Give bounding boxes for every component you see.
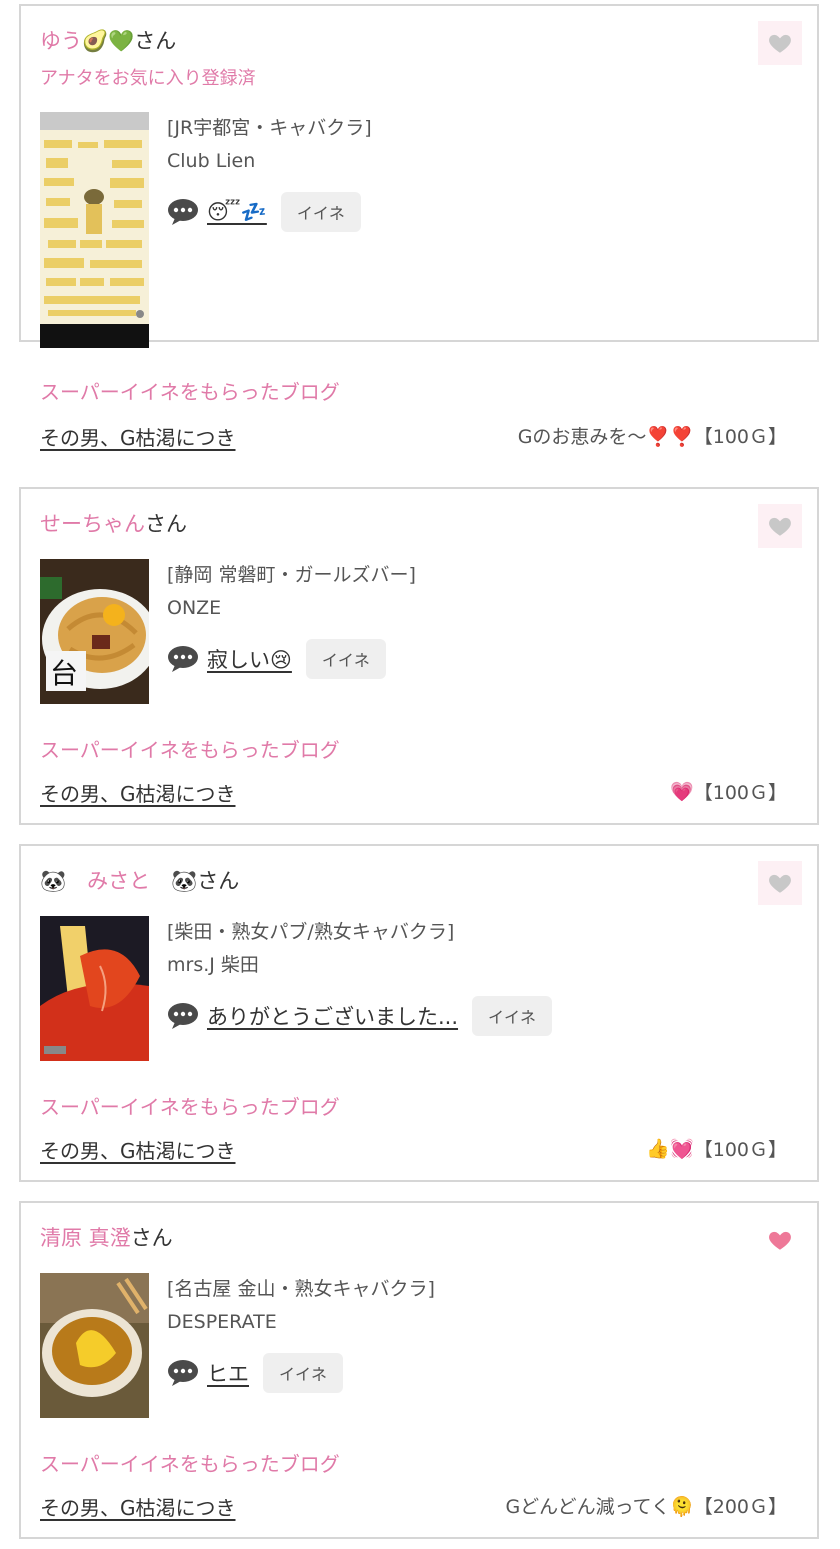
comment-row: 😴💤 イイネ	[167, 192, 361, 232]
super-iine-label: スーパーイイネをもらったブログ	[40, 738, 340, 762]
shop-category: [静岡 常磐町・ガールズバー]	[167, 564, 416, 586]
favorite-heart-button[interactable]	[758, 21, 802, 65]
comment-link[interactable]: 😴💤	[207, 200, 267, 225]
iine-button[interactable]: イイネ	[305, 639, 386, 679]
post-thumbnail[interactable]: 台	[40, 559, 149, 704]
shop-info: [名古屋 金山・熟女キャバクラ] DESPERATE	[167, 1273, 435, 1339]
comment-link[interactable]: 寂しい😢	[207, 644, 292, 674]
heart-icon	[769, 517, 791, 536]
reward: 💗 【100Ｇ】	[670, 778, 787, 805]
user-name-row: 清原 真澄さん	[40, 1221, 173, 1255]
comment-row: ありがとうございました... イイネ	[167, 996, 553, 1036]
user-name-link[interactable]: 🐼 みさと 🐼	[40, 869, 197, 893]
honorific: さん	[134, 29, 177, 53]
shop-name[interactable]: Club Lien	[167, 145, 372, 178]
thumbnail-image	[40, 112, 149, 348]
reward-amount: 【100Ｇ】	[693, 426, 787, 448]
reward-amount: 【100Ｇ】	[693, 1139, 787, 1161]
honorific: さん	[145, 512, 187, 536]
iine-button[interactable]: イイネ	[263, 1353, 344, 1393]
comment-row: 寂しい😢 イイネ	[167, 639, 386, 679]
comment-link[interactable]: ありがとうございました...	[207, 1001, 458, 1031]
shop-category: [名古屋 金山・熟女キャバクラ]	[167, 1278, 435, 1300]
favorite-heart-button[interactable]	[758, 861, 802, 905]
user-name-link[interactable]: せーちゃん	[40, 512, 145, 536]
post-card: せーちゃんさん 台 [静岡 常磐町・ガールズバー] ONZE 寂しい😢 イイネ …	[19, 487, 819, 825]
thumbnail-image	[40, 916, 149, 1061]
comment-row: ヒエ イイネ	[167, 1353, 344, 1393]
post-card: ゆう🥑💚さん アナタをお気に入り登録済 [JR宇都宮・キャバクラ] Club L…	[19, 4, 819, 450]
comment-bubble-icon	[168, 199, 198, 225]
blog-title-link[interactable]: その男、G枯渇につき	[40, 1492, 236, 1521]
user-name-link[interactable]: 清原 真澄	[40, 1226, 131, 1250]
blog-title-link[interactable]: その男、G枯渇につき	[40, 1135, 236, 1164]
thumbnail-image: 台	[40, 559, 149, 704]
shop-category: [柴田・熟女パブ/熟女キャバクラ]	[167, 921, 455, 943]
shop-info: [静岡 常磐町・ガールズバー] ONZE	[167, 559, 416, 625]
reward-message: 💗	[670, 781, 694, 803]
reward: 👍💓 【100Ｇ】	[646, 1135, 787, 1162]
post-thumbnail[interactable]	[40, 112, 149, 348]
post-thumbnail[interactable]	[40, 916, 149, 1061]
comment-bubble-icon	[168, 1003, 198, 1029]
shop-info: [JR宇都宮・キャバクラ] Club Lien	[167, 112, 372, 178]
iine-button[interactable]: イイネ	[472, 996, 553, 1036]
super-iine-label: スーパーイイネをもらったブログ	[40, 1095, 340, 1119]
shop-category: [JR宇都宮・キャバクラ]	[167, 117, 372, 139]
favorite-heart-button[interactable]	[758, 504, 802, 548]
reward: Gのお恵みを〜❣️❣️ 【100Ｇ】	[518, 422, 787, 449]
super-iine-label: スーパーイイネをもらったブログ	[40, 380, 340, 404]
favorite-registered-note: アナタをお気に入り登録済	[40, 68, 256, 89]
svg-text:台: 台	[50, 657, 78, 690]
honorific: さん	[197, 869, 240, 893]
super-iine-label: スーパーイイネをもらったブログ	[40, 1452, 340, 1476]
post-card: 🐼 みさと 🐼さん [柴田・熟女パブ/熟女キャバクラ] mrs.J 柴田 ありが…	[19, 844, 819, 1182]
thumbnail-image	[40, 1273, 149, 1418]
heart-icon	[769, 34, 791, 53]
reward-message: Gどんどん減ってく🫠	[505, 1496, 694, 1518]
shop-name[interactable]: mrs.J 柴田	[167, 949, 454, 982]
reward-message: Gのお恵みを〜❣️❣️	[517, 426, 694, 448]
user-name-row: ゆう🥑💚さん	[40, 24, 176, 58]
comment-link[interactable]: ヒエ	[207, 1358, 249, 1388]
reward-amount: 【100Ｇ】	[693, 782, 787, 804]
favorite-heart-button[interactable]	[758, 1218, 802, 1262]
user-name-row: せーちゃんさん	[40, 507, 187, 541]
heart-icon	[769, 874, 791, 893]
post-thumbnail[interactable]	[40, 1273, 149, 1418]
heart-icon	[769, 1231, 791, 1250]
comment-bubble-icon	[168, 1360, 198, 1386]
post-card: 清原 真澄さん [名古屋 金山・熟女キャバクラ] DESPERATE ヒエ イイ…	[19, 1201, 819, 1539]
reward-amount: 【200Ｇ】	[693, 1496, 787, 1518]
shop-name[interactable]: DESPERATE	[167, 1306, 435, 1339]
comment-bubble-icon	[168, 646, 198, 672]
user-name-row: 🐼 みさと 🐼さん	[40, 864, 239, 898]
shop-name[interactable]: ONZE	[167, 592, 416, 625]
blog-title-link[interactable]: その男、G枯渇につき	[40, 778, 236, 807]
reward: Gどんどん減ってく🫠 【200Ｇ】	[505, 1492, 787, 1519]
honorific: さん	[130, 1226, 173, 1250]
user-name-link[interactable]: ゆう🥑💚	[40, 29, 134, 53]
shop-info: [柴田・熟女パブ/熟女キャバクラ] mrs.J 柴田	[167, 916, 454, 982]
blog-title-link[interactable]: その男、G枯渇につき	[40, 422, 236, 451]
iine-button[interactable]: イイネ	[280, 192, 361, 232]
reward-message: 👍💓	[646, 1138, 694, 1160]
